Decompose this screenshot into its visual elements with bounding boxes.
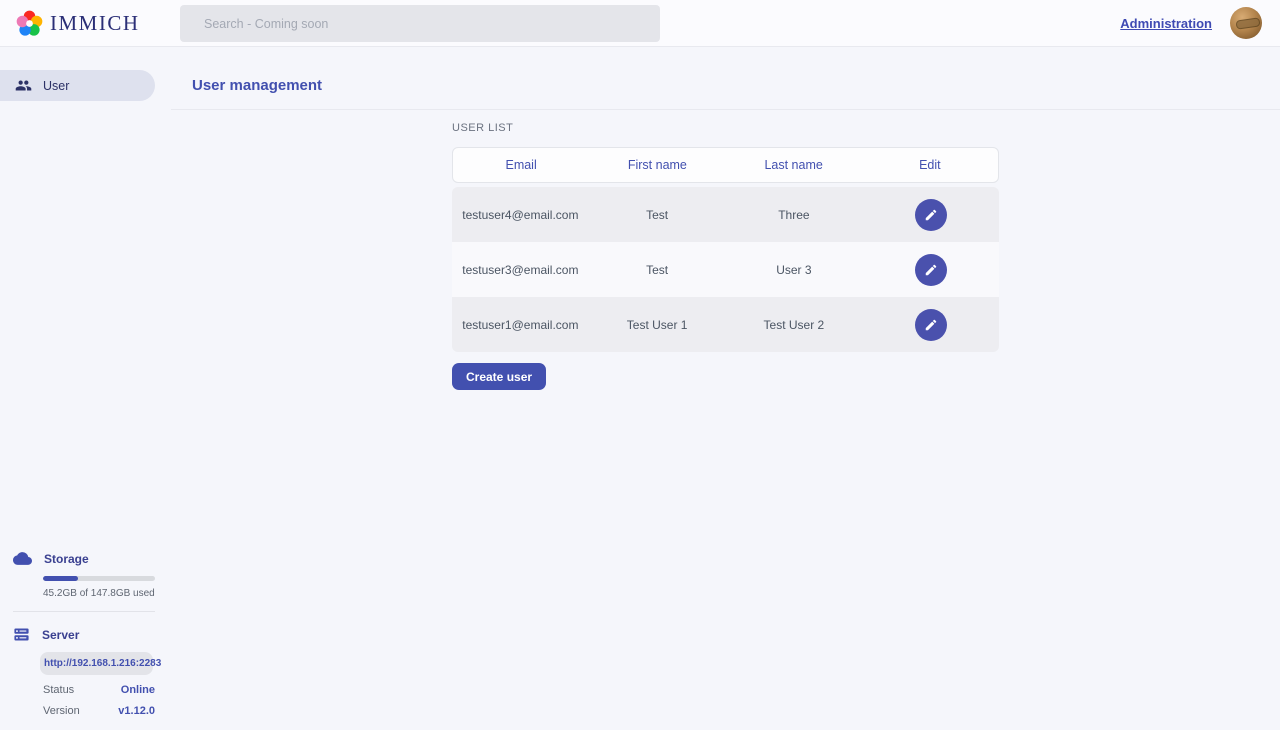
server-version-row: Version v1.12.0 [43,705,155,717]
first-name-cell: Test [589,263,726,277]
page-header: User management [171,47,1280,110]
column-header-email: Email [453,158,589,172]
table-row: testuser4@email.comTestThree [452,187,999,242]
server-section-header: Server [13,626,155,643]
first-name-cell: Test User 1 [589,318,726,332]
edit-user-button[interactable] [915,254,947,286]
version-value: v1.12.0 [118,705,155,717]
main-content: User management USER LIST EmailFirst nam… [171,47,1280,730]
app-logo[interactable]: IMMICH [0,10,140,37]
user-table: EmailFirst nameLast nameEdit testuser4@e… [452,147,999,352]
table-row: testuser1@email.comTest User 1Test User … [452,297,999,352]
storage-title: Storage [44,552,89,566]
column-header-edit: Edit [862,158,998,172]
storage-section-header: Storage [13,549,155,568]
email-cell: testuser3@email.com [452,263,589,277]
sidebar-item-label: User [43,79,69,93]
edit-user-button[interactable] [915,199,947,231]
server-status-row: Status Online [43,684,155,696]
edit-cell [862,199,999,231]
user-avatar[interactable] [1230,7,1262,39]
cloud-icon [13,549,32,568]
status-label: Status [43,684,74,696]
last-name-cell: Test User 2 [726,318,863,332]
sidebar-item-user[interactable]: User [0,70,155,101]
server-url-badge: http://192.168.1.216:2283 [40,652,153,675]
pencil-icon [924,208,938,222]
edit-cell [862,309,999,341]
page-title: User management [192,77,322,94]
edit-user-button[interactable] [915,309,947,341]
users-icon [15,77,32,94]
status-value: Online [121,684,155,696]
user-list-label: USER LIST [452,122,999,134]
sidebar-divider [13,611,155,612]
server-icon [13,626,30,643]
top-bar: IMMICH Administration [0,0,1280,47]
storage-progress-fill [43,576,78,581]
column-header-last-name: Last name [726,158,862,172]
table-header-row: EmailFirst nameLast nameEdit [452,147,999,183]
storage-progress-bar [43,576,155,581]
pencil-icon [924,318,938,332]
storage-usage-text: 45.2GB of 147.8GB used [43,588,155,599]
email-cell: testuser4@email.com [452,208,589,222]
table-body: testuser4@email.comTestThreetestuser3@em… [452,187,999,352]
immich-flower-icon [16,10,43,37]
column-header-first-name: First name [589,158,725,172]
sidebar-info-panel: Storage 45.2GB of 147.8GB used Server [0,549,171,730]
table-row: testuser3@email.comTestUser 3 [452,242,999,297]
last-name-cell: Three [726,208,863,222]
search-input[interactable] [180,5,660,42]
sidebar: User Storage 45.2GB of 147.8GB used [0,47,171,730]
first-name-cell: Test [589,208,726,222]
app-name: IMMICH [50,11,140,36]
edit-cell [862,254,999,286]
email-cell: testuser1@email.com [452,318,589,332]
create-user-button[interactable]: Create user [452,363,546,390]
administration-link[interactable]: Administration [1120,16,1212,31]
version-label: Version [43,705,80,717]
server-title: Server [42,628,79,642]
last-name-cell: User 3 [726,263,863,277]
pencil-icon [924,263,938,277]
